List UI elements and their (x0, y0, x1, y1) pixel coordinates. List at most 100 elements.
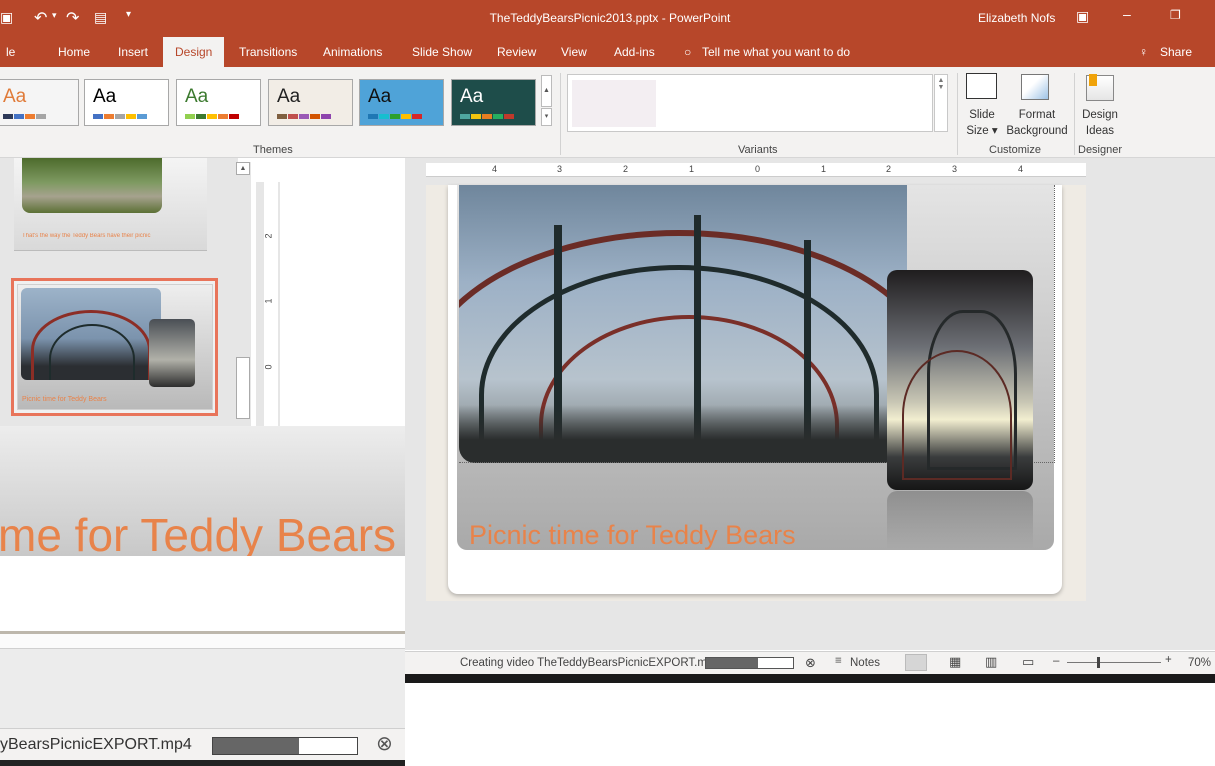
slide-title[interactable]: Picnic time for Teddy Bears (469, 520, 796, 551)
hruler-number: 3 (557, 164, 563, 174)
horizontal-ruler: 4 3 2 1 0 1 2 3 4 (426, 163, 1086, 177)
coaster-photo-small (149, 319, 195, 387)
variants-group-label: Variants (738, 144, 778, 156)
vruler-number: 2 (263, 233, 274, 239)
vertical-ruler: 2 1 0 (256, 182, 280, 426)
hruler-number: 4 (492, 164, 498, 174)
roller-coaster-photo-small[interactable] (887, 270, 1033, 490)
customize-group-label: Customize (989, 144, 1041, 156)
ribbon-separator (560, 73, 561, 155)
gallery-scroll-up[interactable]: ▲ (541, 75, 552, 107)
slide-size-label: Slide Size (966, 109, 995, 137)
hruler-number: 4 (1018, 164, 1024, 174)
theme-color-swatches (277, 114, 331, 119)
hruler-number: 2 (886, 164, 892, 174)
ribbon-design: ▲ ▾ Themes ▲ ▼ Variants Slide Size ▾ Form… (0, 67, 1215, 158)
redo-icon[interactable]: ↷ (66, 8, 79, 28)
inset-slide-bottom (0, 556, 405, 634)
theme-thumbnail[interactable]: Aa (268, 79, 353, 126)
tab-review[interactable]: Review (497, 45, 536, 59)
undo-icon[interactable]: ↶ (34, 8, 47, 28)
inset-progress-bar (212, 737, 358, 755)
slide-size-button[interactable]: Slide Size ▾ (962, 107, 1002, 139)
inset-cancel-icon[interactable]: ⊗ (376, 731, 393, 756)
design-ideas-button[interactable]: Design Ideas (1076, 107, 1124, 139)
theme-thumbnail[interactable]: Aa (451, 79, 536, 126)
vruler-number: 1 (263, 298, 274, 304)
photo-reflection (887, 491, 1033, 549)
title-bar: ▣ ↶ ▾ ↷ ▤ ▾ TheTeddyBearsPicnic2013.pptx… (0, 0, 1215, 37)
tab-transitions[interactable]: Transitions (239, 45, 297, 59)
slide-sorter-icon[interactable]: ▦ (949, 654, 961, 670)
theme-sample-text: Aa (185, 86, 209, 107)
tell-me-box[interactable]: Tell me what you want to do (702, 45, 850, 59)
theme-thumbnail[interactable]: Aa (0, 79, 79, 126)
minimize-icon[interactable]: – (1123, 6, 1131, 22)
gallery-more-button[interactable]: ▾ (541, 108, 552, 126)
theme-sample-text: Aa (3, 86, 27, 107)
taskbar-strip (405, 674, 1215, 683)
ribbon-tabs: le Home Insert Design Transitions Animat… (0, 37, 1215, 67)
thumbnail-scrollbar[interactable]: ▲ (234, 162, 251, 426)
theme-thumbnail[interactable]: Aa (359, 79, 444, 126)
reading-view-icon[interactable]: ▥ (985, 654, 997, 670)
variants-scroll[interactable]: ▲ ▼ (934, 74, 948, 132)
theme-sample-text: Aa (368, 86, 392, 107)
theme-sample-text: Aa (460, 86, 484, 107)
inset-title-text: me for Teddy Bears (0, 509, 397, 561)
hruler-number: 2 (623, 164, 629, 174)
ribbon-separator (957, 73, 958, 155)
inset-status-bar: yBearsPicnicEXPORT.mp4 ⊗ (0, 728, 405, 760)
customize-qat-icon[interactable]: ▾ (126, 9, 131, 20)
theme-thumbnail[interactable]: Aa (176, 79, 261, 126)
zoom-out-button[interactable]: – (1053, 655, 1059, 667)
start-from-beginning-icon[interactable]: ▤ (94, 9, 107, 26)
normal-view-icon[interactable] (905, 654, 927, 671)
restore-icon[interactable]: ❐ (1170, 8, 1181, 22)
design-ideas-icon (1086, 74, 1114, 101)
theme-color-swatches (368, 114, 422, 119)
cancel-export-icon[interactable]: ⊗ (805, 655, 816, 671)
video-export-status: Creating video TheTeddyBearsPicnicEXPORT… (460, 657, 720, 669)
tab-add-ins[interactable]: Add-ins (614, 45, 655, 59)
variant-thumbnail[interactable] (572, 80, 656, 127)
undo-dropdown-icon[interactable]: ▾ (52, 10, 57, 21)
tab-file[interactable]: le (6, 45, 15, 59)
themes-group-label: Themes (253, 144, 293, 156)
theme-sample-text: Aa (277, 86, 301, 107)
hruler-number: 0 (755, 164, 761, 174)
zoom-slider-thumb[interactable] (1097, 657, 1100, 668)
zoomed-inset: me for Teddy Bears yBearsPicnicEXPORT.mp… (0, 426, 405, 766)
tab-animations[interactable]: Animations (323, 45, 382, 59)
slide-size-icon (966, 73, 997, 99)
slide-thumbnail[interactable]: That's the way the Teddy Bears have thei… (14, 158, 207, 251)
inset-progress-text: yBearsPicnicEXPORT.mp4 (0, 736, 192, 753)
slide-thumbnail-selected[interactable]: Picnic time for Teddy Bears (11, 278, 218, 416)
theme-color-swatches (460, 114, 514, 119)
scroll-up-arrow[interactable]: ▲ (236, 162, 250, 175)
tab-view[interactable]: View (561, 45, 587, 59)
hruler-number: 3 (952, 164, 958, 174)
tab-design[interactable]: Design (163, 37, 225, 67)
save-icon[interactable]: ▣ (0, 9, 13, 26)
tab-insert[interactable]: Insert (118, 45, 148, 59)
notes-button[interactable]: Notes (850, 657, 880, 669)
zoom-level[interactable]: 70% (1188, 657, 1211, 669)
user-name[interactable]: Elizabeth Nofs (978, 11, 1055, 25)
share-button[interactable]: Share (1160, 45, 1192, 59)
ribbon-display-options-icon[interactable]: ▣ (1076, 8, 1089, 25)
format-background-icon (1021, 74, 1049, 100)
coaster-photo (21, 288, 161, 380)
tab-slide-show[interactable]: Slide Show (412, 45, 472, 59)
theme-thumbnail[interactable]: Aa (84, 79, 169, 126)
slide-show-icon[interactable]: ▭ (1022, 654, 1034, 670)
tab-home[interactable]: Home (58, 45, 90, 59)
ribbon-separator (1074, 73, 1075, 155)
scroll-thumb[interactable] (236, 357, 250, 419)
zoom-slider[interactable] (1067, 657, 1161, 668)
lightning-icon (1089, 74, 1097, 86)
inset-editor-bg (0, 648, 405, 728)
vruler-number: 0 (263, 364, 274, 370)
zoom-in-button[interactable]: + (1165, 654, 1172, 666)
format-background-button[interactable]: Format Background (1002, 107, 1072, 139)
